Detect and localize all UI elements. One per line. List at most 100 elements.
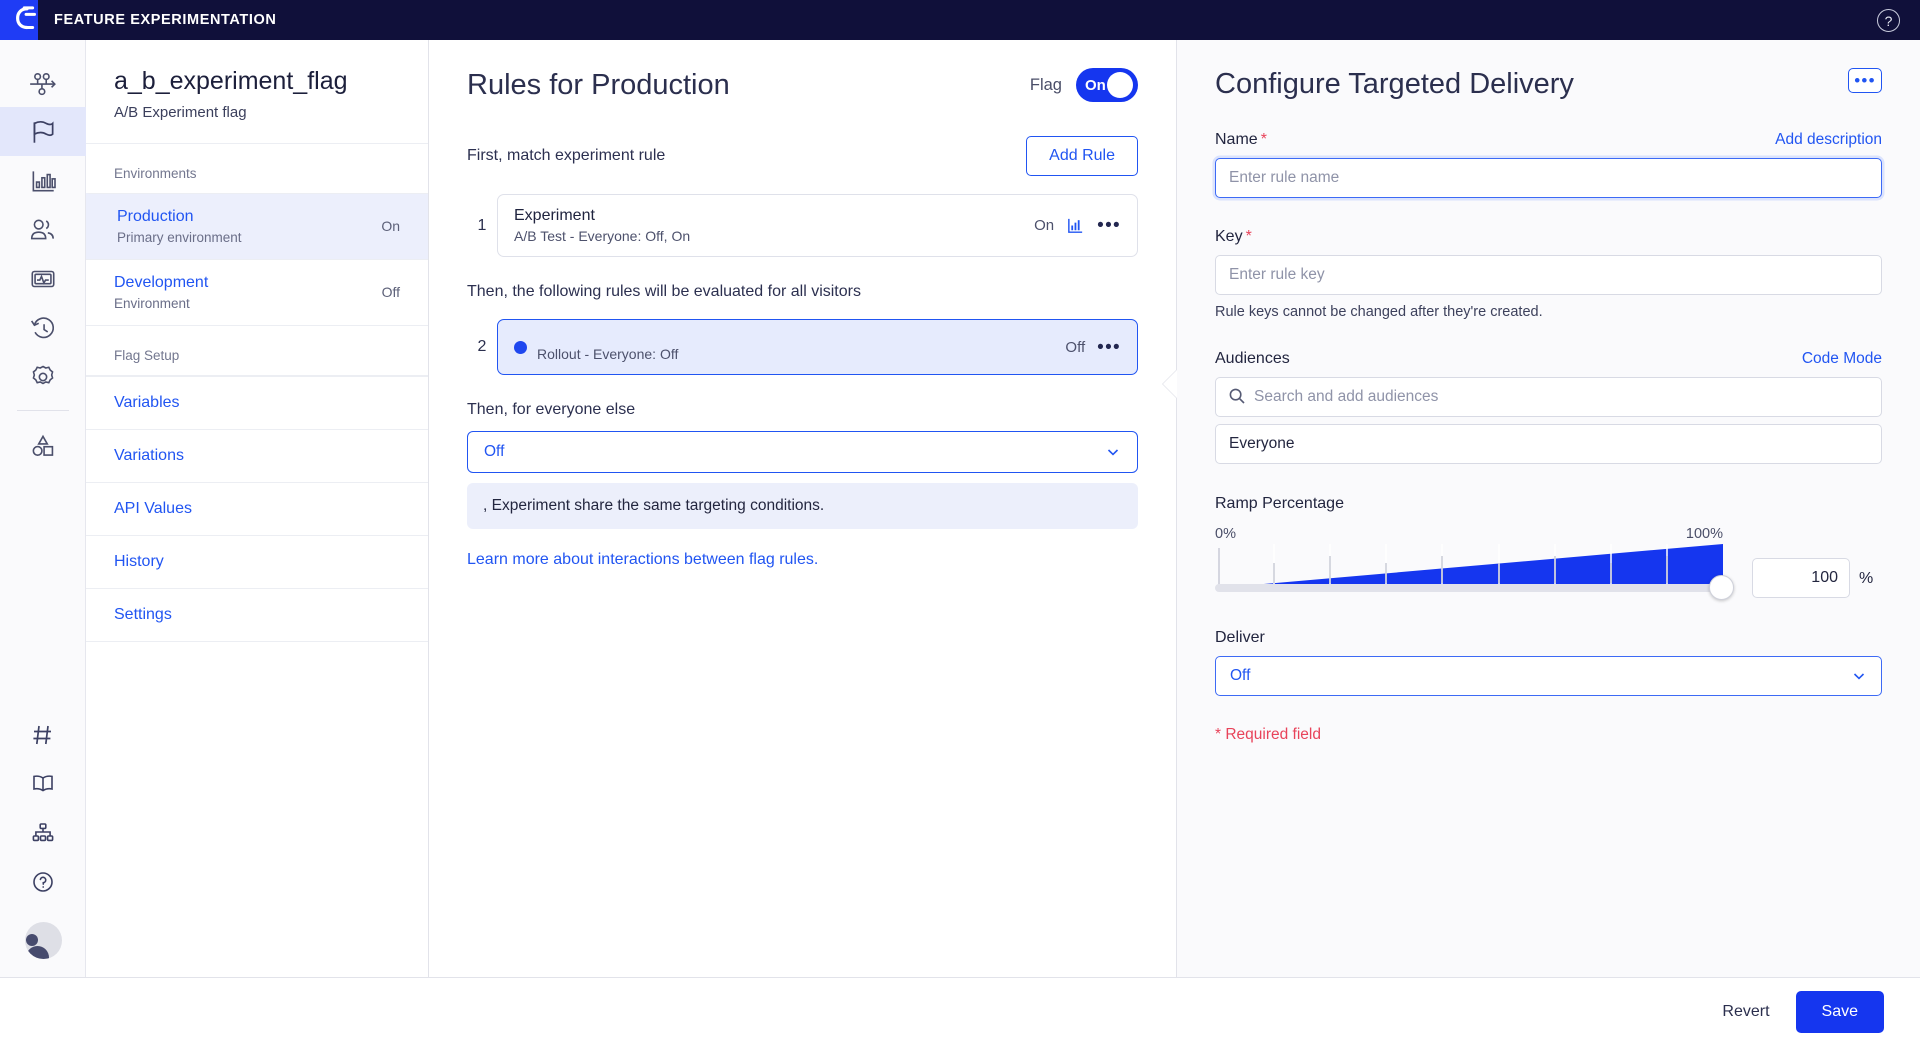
search-icon [1228, 387, 1246, 405]
env-name: Development [114, 273, 208, 293]
rollout-rule-line: 2 Rollout - Everyone: Off Off ••• [467, 319, 1138, 375]
monitor-pulse-icon [28, 264, 58, 294]
rail-bottom-group [0, 710, 86, 959]
required-field-note: * Required field [1215, 726, 1882, 744]
sidebar-item-variables[interactable]: Variables [86, 376, 428, 430]
flag-header: a_b_experiment_flag A/B Experiment flag [86, 40, 428, 144]
rules-title: Rules for Production [467, 69, 730, 102]
ramp-range-labels: 0% 100% [1215, 526, 1723, 542]
environments-section-label: Environments [86, 144, 428, 193]
experiment-flow-icon [28, 68, 58, 98]
sidebar-item-help[interactable] [0, 857, 86, 906]
sidebar-item-results[interactable] [0, 156, 86, 205]
configure-panel-body: Configure Targeted Delivery ••• Name* Ad… [1177, 40, 1920, 977]
sidebar-item-history[interactable] [0, 303, 86, 352]
sidebar-item-development[interactable]: Development Environment Off [86, 259, 428, 325]
sidebar-item-docs[interactable] [0, 759, 86, 808]
sitemap-icon [30, 820, 56, 846]
env-text-block: Production Primary environment [117, 207, 242, 245]
audiences-label-row: Audiences Code Mode [1215, 350, 1882, 368]
then-rules-label: Then, the following rules will be evalua… [467, 283, 1138, 301]
sidebar-item-keys[interactable] [0, 710, 86, 759]
key-label-text: Key [1215, 228, 1243, 245]
history-clock-icon [28, 313, 58, 343]
add-description-link[interactable]: Add description [1775, 131, 1882, 149]
footer-action-bar: Revert Save [0, 977, 1920, 1045]
ramp-slider-area: 0% 100% [1215, 526, 1882, 598]
kebab-menu-icon[interactable]: ••• [1097, 338, 1121, 357]
name-label-text: Name [1215, 131, 1258, 148]
env-description: Primary environment [117, 230, 242, 245]
sidebar-item-production[interactable]: Production Primary environment On [86, 193, 428, 259]
learn-more-link[interactable]: Learn more about interactions between fl… [467, 551, 1138, 569]
rule-number: 1 [467, 217, 497, 235]
sidebar-item-experiments[interactable] [0, 58, 86, 107]
everyone-else-select[interactable]: Off [467, 431, 1138, 473]
sidebar-item-settings[interactable] [0, 352, 86, 401]
ramp-min-label: 0% [1215, 526, 1236, 542]
rule-key-input[interactable] [1215, 255, 1882, 295]
rules-header: Rules for Production Flag On [467, 68, 1138, 102]
rule-card-actions: On ••• [1034, 216, 1121, 235]
body-row: a_b_experiment_flag A/B Experiment flag … [0, 40, 1920, 977]
app-root: FEATURE EXPERIMENTATION ? [0, 0, 1920, 1045]
name-label: Name* [1215, 131, 1267, 149]
top-bar: FEATURE EXPERIMENTATION ? [0, 0, 1920, 40]
save-button[interactable]: Save [1796, 991, 1884, 1033]
sidebar-item-shapes[interactable] [0, 420, 86, 469]
shapes-icon [28, 430, 58, 460]
hash-icon [30, 722, 56, 748]
sidebar-item-history[interactable]: History [86, 536, 428, 589]
ramp-slider-thumb[interactable] [1709, 575, 1734, 600]
rule-card-rollout[interactable]: Rollout - Everyone: Off Off ••• [497, 319, 1138, 375]
ramp-slider[interactable]: 0% 100% [1215, 526, 1723, 598]
panel-connector-caret [1163, 370, 1177, 398]
everyone-else-value: Off [484, 443, 504, 461]
flag-subtitle: A/B Experiment flag [114, 104, 400, 121]
flag-detail-sidebar: a_b_experiment_flag A/B Experiment flag … [86, 40, 429, 977]
sidebar-item-monitoring[interactable] [0, 254, 86, 303]
deliver-select[interactable]: Off [1215, 656, 1882, 696]
rule-description: Rollout - Everyone: Off [537, 346, 678, 362]
optimizely-logo-icon [12, 5, 38, 35]
audience-chip-everyone[interactable]: Everyone [1215, 424, 1882, 464]
code-mode-link[interactable]: Code Mode [1802, 350, 1882, 368]
rule-number: 2 [467, 338, 497, 356]
deliver-label: Deliver [1215, 629, 1882, 647]
avatar-head [26, 934, 38, 946]
add-rule-button[interactable]: Add Rule [1026, 136, 1138, 176]
flag-toggle-group: Flag On [1030, 68, 1138, 102]
sidebar-item-api-values[interactable]: API Values [86, 483, 428, 536]
ramp-max-label: 100% [1686, 526, 1723, 542]
flag-toggle-label: Flag [1030, 76, 1062, 95]
question-circle-icon [30, 869, 56, 895]
rule-card-experiment[interactable]: Experiment A/B Test - Everyone: Off, On … [497, 194, 1138, 257]
key-label-row: Key* [1215, 228, 1882, 246]
avatar[interactable] [25, 922, 62, 959]
experiment-rule-line: 1 Experiment A/B Test - Everyone: Off, O… [467, 194, 1138, 257]
rule-card-text: Rollout - Everyone: Off [514, 332, 678, 362]
flag-enabled-toggle[interactable]: On [1076, 68, 1138, 102]
kebab-menu-icon[interactable]: ••• [1097, 216, 1121, 235]
flag-icon [28, 117, 58, 147]
page-title: a_b_experiment_flag [114, 66, 400, 96]
ramp-percent-sign: % [1859, 570, 1873, 588]
revert-button[interactable]: Revert [1722, 1003, 1769, 1021]
deliver-value: Off [1230, 667, 1250, 685]
bar-chart-icon[interactable] [1066, 216, 1085, 235]
rule-state: On [1034, 217, 1054, 234]
sidebar-item-flags[interactable] [0, 107, 86, 156]
rule-name-input[interactable] [1215, 158, 1882, 198]
brand-logo[interactable] [0, 0, 38, 40]
sidebar-item-settings[interactable]: Settings [86, 589, 428, 642]
kebab-menu-icon[interactable]: ••• [1848, 68, 1882, 93]
configure-title: Configure Targeted Delivery [1215, 68, 1574, 101]
sidebar-item-variations[interactable]: Variations [86, 430, 428, 483]
audience-search-input[interactable] [1215, 377, 1882, 417]
sidebar-item-audiences[interactable] [0, 205, 86, 254]
sidebar-item-account[interactable] [0, 808, 86, 857]
ramp-slider-track[interactable] [1215, 584, 1723, 592]
ramp-percentage-input[interactable] [1752, 558, 1850, 598]
flag-setup-list: Variables Variations API Values History … [86, 375, 428, 642]
help-circle-icon[interactable]: ? [1877, 9, 1900, 32]
